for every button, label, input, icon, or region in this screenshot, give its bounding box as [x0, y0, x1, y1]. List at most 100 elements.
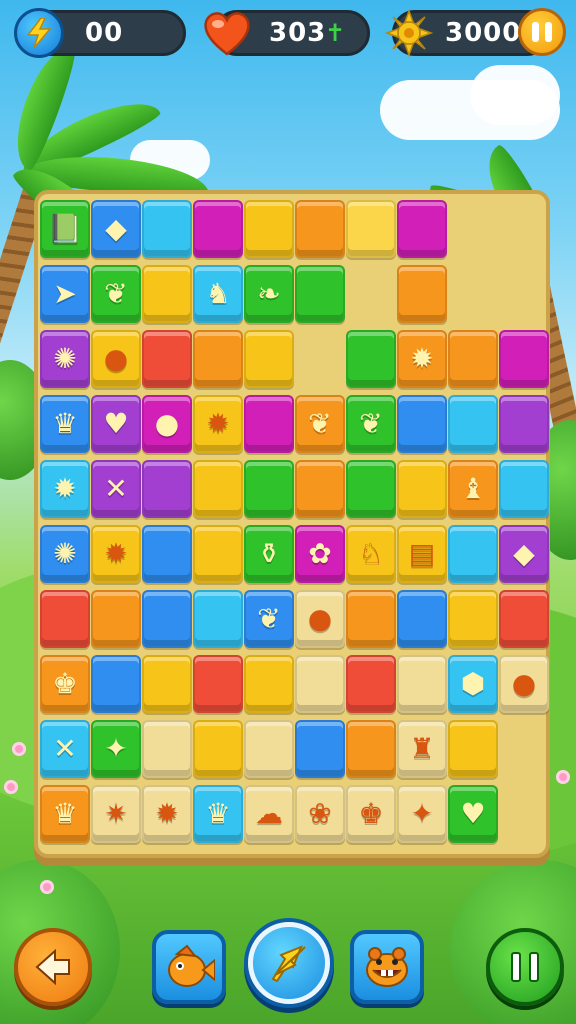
tile-star[interactable]: ✦ — [397, 785, 447, 843]
tile-red[interactable] — [142, 330, 192, 388]
tile-urchin[interactable]: ✺ — [40, 330, 90, 388]
tile-orange[interactable] — [346, 590, 396, 648]
tile-red[interactable] — [40, 590, 90, 648]
tile-snail[interactable]: ● — [499, 655, 549, 713]
tile-blue[interactable] — [142, 590, 192, 648]
tile-purple[interactable] — [499, 395, 549, 453]
tile-red[interactable] — [193, 655, 243, 713]
tile-blue[interactable] — [91, 655, 141, 713]
tile-puffer[interactable]: ● — [142, 395, 192, 453]
tile-elephant[interactable]: ☁ — [244, 785, 294, 843]
tile-bunny[interactable]: ♘ — [346, 525, 396, 583]
back-button[interactable] — [14, 928, 92, 1006]
tile-orange[interactable] — [295, 200, 345, 258]
beaver-powerup-button[interactable] — [350, 930, 424, 1004]
tile-sun[interactable]: ✹ — [193, 395, 243, 453]
tile-yellow[interactable] — [448, 590, 498, 648]
koala-icon: ♜ — [409, 732, 435, 765]
tile-purple[interactable] — [142, 460, 192, 518]
tile-yellow[interactable] — [142, 265, 192, 323]
tile-heart[interactable]: ♥ — [448, 785, 498, 843]
tile-flower[interactable]: ❀ — [295, 785, 345, 843]
tile-fox[interactable]: ♚ — [40, 655, 90, 713]
tile-orange[interactable] — [193, 330, 243, 388]
tile-sun[interactable]: ✹ — [40, 460, 90, 518]
tile-blob[interactable]: ✿ — [295, 525, 345, 583]
tile-gold[interactable] — [346, 200, 396, 258]
tile-magenta[interactable] — [499, 330, 549, 388]
tile-red[interactable] — [346, 655, 396, 713]
tile-cyan[interactable] — [448, 525, 498, 583]
tile-cyan[interactable] — [193, 590, 243, 648]
tile-urchin[interactable]: ✺ — [40, 525, 90, 583]
tile-yellow[interactable] — [193, 720, 243, 778]
tile-green[interactable] — [346, 330, 396, 388]
tile-pale[interactable] — [244, 720, 294, 778]
tile-dog[interactable]: ♝ — [448, 460, 498, 518]
pause-bottom-button[interactable] — [486, 928, 564, 1006]
tile-yellow[interactable] — [397, 460, 447, 518]
pause-button[interactable] — [518, 8, 566, 56]
tile-sun[interactable]: ✹ — [91, 525, 141, 583]
tile-x[interactable]: ✕ — [91, 460, 141, 518]
tile-cyan[interactable] — [142, 200, 192, 258]
tile-cat[interactable]: ♛ — [193, 785, 243, 843]
tile-gem[interactable]: ◆ — [91, 200, 141, 258]
tile-yellow[interactable] — [244, 200, 294, 258]
tile-orange[interactable] — [397, 265, 447, 323]
tile-leaf[interactable]: ❧ — [244, 265, 294, 323]
tile-blue[interactable] — [142, 525, 192, 583]
tile-feather[interactable]: ❦ — [244, 590, 294, 648]
tile-magenta[interactable] — [397, 200, 447, 258]
tile-koala[interactable]: ♜ — [397, 720, 447, 778]
tile-pale[interactable] — [142, 720, 192, 778]
tile-cyan[interactable] — [448, 395, 498, 453]
tile-feather[interactable]: ❦ — [91, 265, 141, 323]
tile-yellow[interactable] — [193, 525, 243, 583]
tile-orange[interactable] — [91, 590, 141, 648]
tile-yellow[interactable] — [193, 460, 243, 518]
tile-yellow[interactable] — [244, 655, 294, 713]
tile-cyan[interactable] — [499, 460, 549, 518]
tile-sun[interactable]: ✹ — [142, 785, 192, 843]
tile-feather[interactable]: ❦ — [346, 395, 396, 453]
swap-button[interactable] — [248, 922, 330, 1004]
tile-orange[interactable] — [295, 460, 345, 518]
star-icon: ✦ — [104, 732, 128, 765]
tile-sun[interactable]: ✹ — [397, 330, 447, 388]
tile-yellow[interactable] — [244, 330, 294, 388]
tile-magenta[interactable] — [193, 200, 243, 258]
tile-cat[interactable]: ♛ — [40, 785, 90, 843]
tile-green[interactable] — [244, 460, 294, 518]
tile-crab[interactable]: ✷ — [91, 785, 141, 843]
tile-note[interactable]: ▤ — [397, 525, 447, 583]
tile-x[interactable]: ✕ — [40, 720, 90, 778]
fish-powerup-button[interactable] — [152, 930, 226, 1004]
tile-shoe[interactable]: ⬢ — [448, 655, 498, 713]
tile-blue[interactable] — [397, 590, 447, 648]
tile-fish[interactable]: ➤ — [40, 265, 90, 323]
tile-frog[interactable]: ● — [91, 330, 141, 388]
tile-heart[interactable]: ♥ — [91, 395, 141, 453]
tile-blue[interactable] — [295, 720, 345, 778]
tile-red[interactable] — [499, 590, 549, 648]
tile-pale[interactable] — [295, 655, 345, 713]
tile-orange[interactable] — [448, 330, 498, 388]
tile-fox[interactable]: ♚ — [346, 785, 396, 843]
tile-orange[interactable] — [346, 720, 396, 778]
tile-gem[interactable]: ◆ — [499, 525, 549, 583]
tile-blue[interactable] — [397, 395, 447, 453]
tile-feather[interactable]: ❦ — [295, 395, 345, 453]
tile-puffer[interactable]: ● — [295, 590, 345, 648]
tile-green[interactable] — [346, 460, 396, 518]
tile-star[interactable]: ✦ — [91, 720, 141, 778]
tile-yellow[interactable] — [448, 720, 498, 778]
tile-green[interactable] — [295, 265, 345, 323]
tile-pale[interactable] — [397, 655, 447, 713]
tile-bottle[interactable]: ⚱ — [244, 525, 294, 583]
tile-cat[interactable]: ♛ — [40, 395, 90, 453]
tile-yellow[interactable] — [142, 655, 192, 713]
tile-bird[interactable]: ♞ — [193, 265, 243, 323]
tile-magenta[interactable] — [244, 395, 294, 453]
tile-book[interactable]: 📗 — [40, 200, 90, 258]
